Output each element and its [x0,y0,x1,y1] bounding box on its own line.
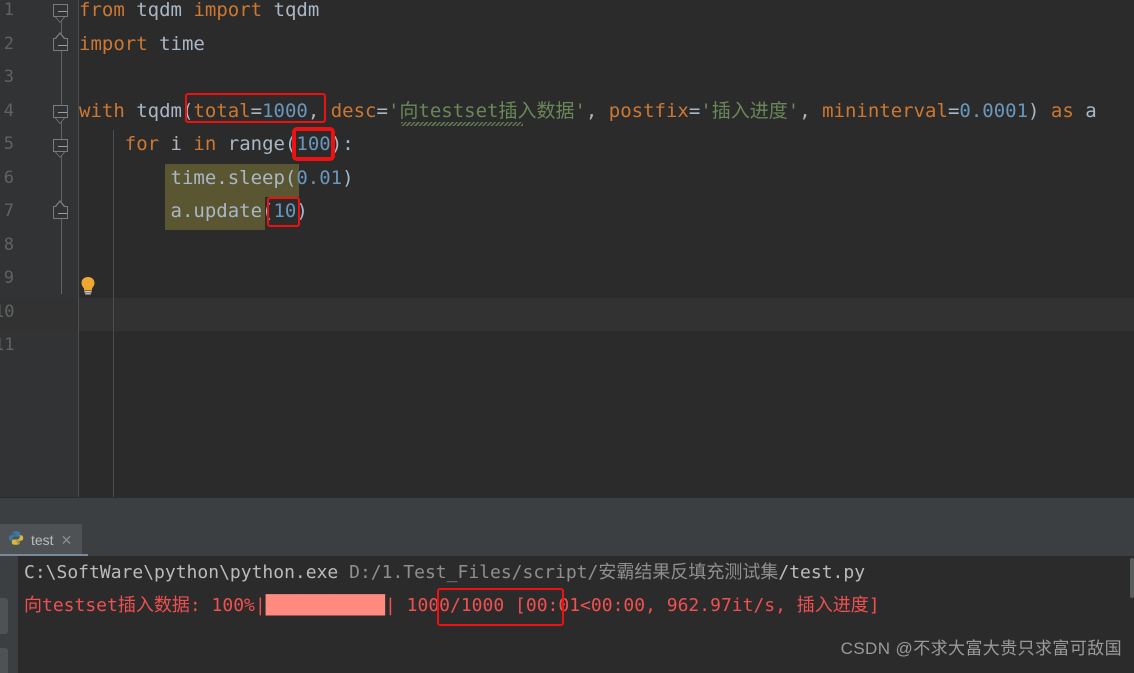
line-number-10: 10 [0,301,15,322]
line-number-4: 4 [3,100,14,121]
line-number-2: 2 [3,33,14,54]
line-number-6: 6 [3,167,14,188]
progress-bar-blocks: ███████████ [265,595,385,616]
progress-count: 1000/1000 [406,595,505,616]
console-side-button-2[interactable] [0,648,8,673]
console-command-path: D:/1.Test_Files/script/安霸结果反填充测试集 [349,562,779,583]
console-command-suffix: /test.py [778,562,866,583]
console-toolbar[interactable] [0,556,18,673]
tab-label: test [31,532,54,548]
line-number-11: 11 [0,335,15,355]
code-editor[interactable]: 1 2 3 4 5 6 7 8 9 10 11 [0,0,1134,497]
progress-bar-close: | [384,595,407,616]
line-number-9: 9 [3,268,14,288]
fold-marker-line2[interactable] [52,32,71,52]
tab-test[interactable]: test ✕ [0,524,83,556]
fold-marker-column[interactable] [52,0,72,497]
spellcheck-squiggle [401,122,523,126]
run-panel: test ✕ C:\SoftWare\python\python.exe D:/… [0,497,1134,673]
fold-marker-line5[interactable] [52,139,71,158]
pycharm-window: 1 2 3 4 5 6 7 8 9 10 11 [0,0,1134,673]
progress-desc: 向testset插入数据: [24,595,212,616]
progress-stats: [00:01<00:00, 962.97it/s, 插入进度] [504,595,880,616]
line-number-7: 7 [3,201,14,221]
code-line-7: a.update(10) [79,200,308,222]
code-line-4: with tqdm(total=1000, desc='向testset插入数据… [79,99,1097,122]
progress-bar-open: | [254,595,266,616]
line-number-8: 8 [3,234,14,255]
progress-percent: 100% [211,595,255,616]
fold-marker-line4[interactable] [52,105,71,124]
console-progress-line: 向testset插入数据: 100%|███████████| 1000/100… [24,589,1134,622]
console-command-prefix: C:\SoftWare\python\python.exe [24,562,350,583]
console-side-button-1[interactable] [0,598,8,634]
panel-separator [0,497,1134,498]
python-icon [8,530,24,550]
code-line-2: import time [79,32,205,55]
fold-marker-line1[interactable] [52,4,71,23]
code-line-1: from tqdm import tqdm [79,0,320,21]
code-text-area[interactable]: from tqdm import tqdm import time with tqd… [79,0,1134,497]
code-line-6: time.sleep(0.01) [79,166,354,189]
watermark: CSDN @不求大富大贵只求富可敌国 [840,639,1122,658]
line-number-5: 5 [3,134,14,154]
run-tab-bar[interactable]: test ✕ [0,524,1134,556]
line-number-1: 1 [3,0,14,20]
code-line-5: for i in range(100): [124,133,354,155]
fold-marker-line7[interactable] [52,200,71,220]
console-command-line: C:\SoftWare\python\python.exe D:/1.Test_… [24,556,1134,589]
line-number-3: 3 [3,67,14,87]
close-icon[interactable]: ✕ [61,532,73,549]
